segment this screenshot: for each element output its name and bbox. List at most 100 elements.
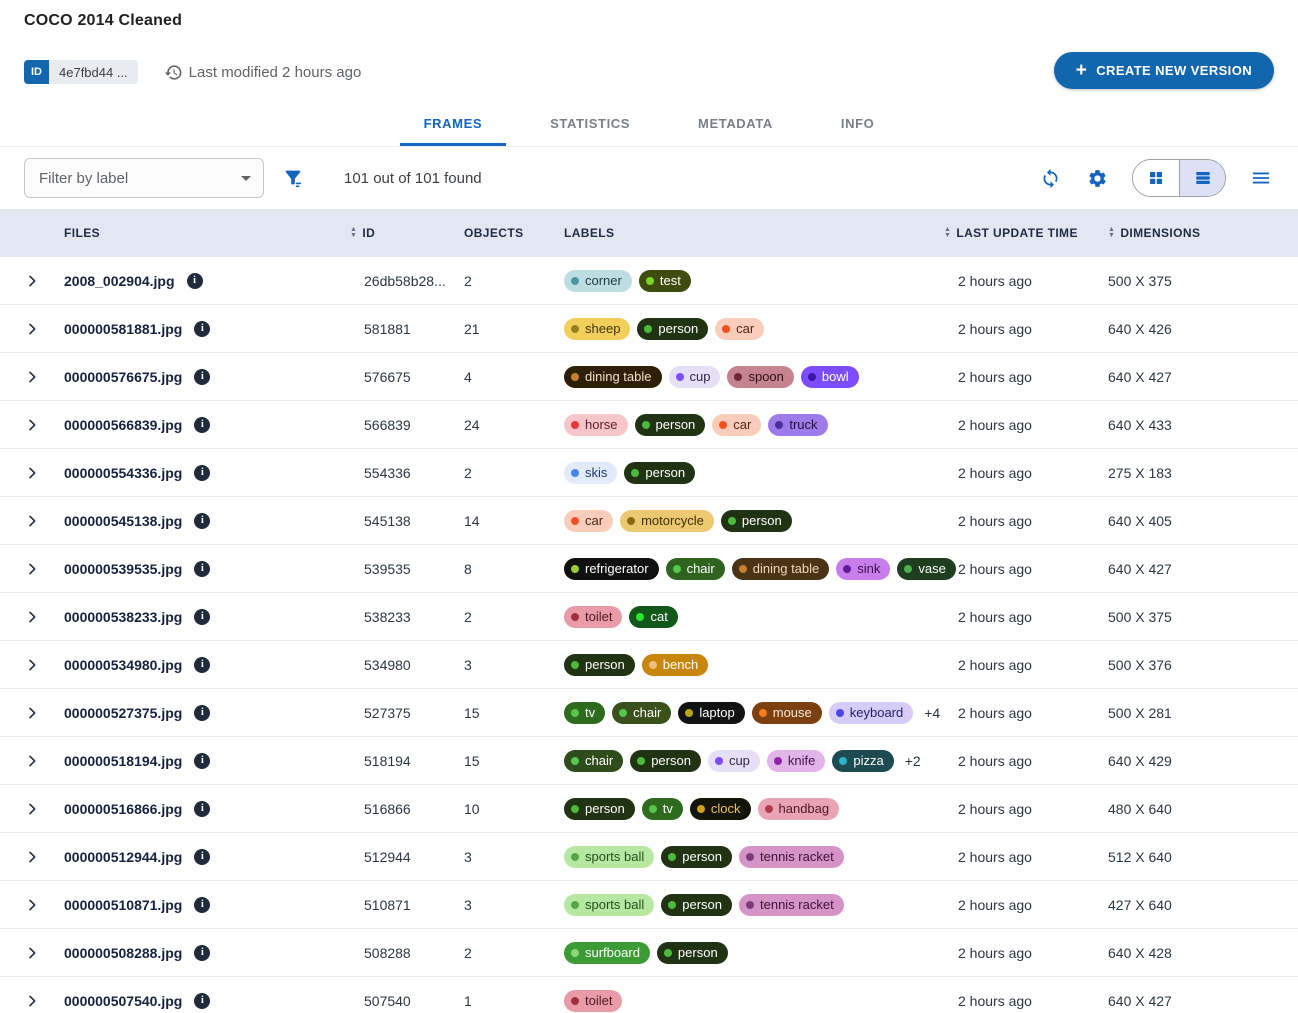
label-chip[interactable]: person — [637, 318, 708, 340]
refresh-icon[interactable] — [1038, 166, 1063, 191]
label-chip[interactable]: toilet — [564, 990, 622, 1012]
file-name[interactable]: 000000516866.jpg — [64, 801, 182, 817]
more-labels-count[interactable]: +4 — [924, 705, 940, 721]
list-view-icon[interactable] — [1179, 160, 1225, 196]
expand-row-button[interactable] — [20, 797, 44, 821]
file-name[interactable]: 000000518194.jpg — [64, 753, 182, 769]
grid-view-icon[interactable] — [1133, 160, 1179, 196]
expand-row-button[interactable] — [20, 365, 44, 389]
label-chip[interactable]: knife — [767, 750, 825, 772]
file-name[interactable]: 000000539535.jpg — [64, 561, 182, 577]
label-chip[interactable]: cup — [708, 750, 760, 772]
sort-icon[interactable]: ▲▼ — [944, 227, 951, 239]
info-icon[interactable]: i — [194, 465, 210, 481]
expand-row-button[interactable] — [20, 557, 44, 581]
label-chip[interactable]: person — [624, 462, 695, 484]
label-chip[interactable]: dining table — [564, 366, 662, 388]
label-chip[interactable]: sheep — [564, 318, 630, 340]
expand-row-button[interactable] — [20, 749, 44, 773]
file-name[interactable]: 000000576675.jpg — [64, 369, 182, 385]
label-chip[interactable]: spoon — [727, 366, 793, 388]
label-chip[interactable]: motorcycle — [620, 510, 714, 532]
label-chip[interactable]: refrigerator — [564, 558, 659, 580]
label-chip[interactable]: keyboard — [829, 702, 913, 724]
label-chip[interactable]: person — [657, 942, 728, 964]
info-icon[interactable]: i — [194, 321, 210, 337]
file-name[interactable]: 000000581881.jpg — [64, 321, 182, 337]
label-chip[interactable]: chair — [564, 750, 623, 772]
label-chip[interactable]: car — [712, 414, 761, 436]
info-icon[interactable]: i — [194, 561, 210, 577]
dataset-id-badge[interactable]: ID 4e7fbd44 ... — [24, 60, 138, 84]
file-name[interactable]: 000000512944.jpg — [64, 849, 182, 865]
label-chip[interactable]: mouse — [752, 702, 822, 724]
file-name[interactable]: 000000554336.jpg — [64, 465, 182, 481]
label-chip[interactable]: corner — [564, 270, 632, 292]
label-chip[interactable]: pizza — [832, 750, 893, 772]
label-chip[interactable]: car — [564, 510, 613, 532]
file-name[interactable]: 000000534980.jpg — [64, 657, 182, 673]
info-icon[interactable]: i — [194, 753, 210, 769]
label-chip[interactable]: person — [564, 798, 635, 820]
file-name[interactable]: 000000527375.jpg — [64, 705, 182, 721]
label-chip[interactable]: bowl — [801, 366, 859, 388]
label-chip[interactable]: person — [635, 414, 706, 436]
expand-row-button[interactable] — [20, 461, 44, 485]
info-icon[interactable]: i — [187, 273, 203, 289]
info-icon[interactable]: i — [194, 897, 210, 913]
label-chip[interactable]: laptop — [678, 702, 744, 724]
label-chip[interactable]: truck — [768, 414, 827, 436]
info-icon[interactable]: i — [194, 705, 210, 721]
label-chip[interactable]: test — [639, 270, 691, 292]
info-icon[interactable]: i — [194, 513, 210, 529]
file-name[interactable]: 000000507540.jpg — [64, 993, 182, 1009]
label-chip[interactable]: bench — [642, 654, 708, 676]
expand-row-button[interactable] — [20, 269, 44, 293]
file-name[interactable]: 000000510871.jpg — [64, 897, 182, 913]
create-new-version-button[interactable]: + CREATE NEW VERSION — [1054, 52, 1274, 89]
expand-row-button[interactable] — [20, 317, 44, 341]
expand-row-button[interactable] — [20, 893, 44, 917]
label-chip[interactable]: chair — [666, 558, 725, 580]
info-icon[interactable]: i — [194, 417, 210, 433]
sort-icon[interactable]: ▲▼ — [1108, 227, 1115, 239]
info-icon[interactable]: i — [194, 369, 210, 385]
expand-row-button[interactable] — [20, 605, 44, 629]
more-labels-count[interactable]: +2 — [905, 753, 921, 769]
filter-funnel-icon[interactable] — [282, 167, 304, 189]
tab-metadata[interactable]: METADATA — [674, 102, 797, 146]
label-chip[interactable]: toilet — [564, 606, 622, 628]
info-icon[interactable]: i — [194, 849, 210, 865]
menu-icon[interactable] — [1248, 165, 1274, 191]
expand-row-button[interactable] — [20, 701, 44, 725]
label-chip[interactable]: vase — [897, 558, 955, 580]
file-name[interactable]: 000000508288.jpg — [64, 945, 182, 961]
label-chip[interactable]: horse — [564, 414, 628, 436]
label-chip[interactable]: tennis racket — [739, 894, 844, 916]
info-icon[interactable]: i — [194, 657, 210, 673]
expand-row-button[interactable] — [20, 941, 44, 965]
label-chip[interactable]: sports ball — [564, 894, 654, 916]
label-chip[interactable]: tv — [564, 702, 605, 724]
expand-row-button[interactable] — [20, 413, 44, 437]
file-name[interactable]: 2008_002904.jpg — [64, 273, 175, 289]
label-chip[interactable]: handbag — [758, 798, 840, 820]
settings-gear-icon[interactable] — [1085, 166, 1110, 191]
label-chip[interactable]: tv — [642, 798, 683, 820]
label-chip[interactable]: cat — [629, 606, 677, 628]
label-chip[interactable]: person — [721, 510, 792, 532]
label-chip[interactable]: surfboard — [564, 942, 650, 964]
sort-icon[interactable]: ▲▼ — [350, 227, 357, 239]
expand-row-button[interactable] — [20, 989, 44, 1013]
tab-statistics[interactable]: STATISTICS — [526, 102, 654, 146]
file-name[interactable]: 000000538233.jpg — [64, 609, 182, 625]
label-chip[interactable]: sports ball — [564, 846, 654, 868]
info-icon[interactable]: i — [194, 945, 210, 961]
label-chip[interactable]: person — [661, 846, 732, 868]
label-chip[interactable]: person — [564, 654, 635, 676]
expand-row-button[interactable] — [20, 653, 44, 677]
expand-row-button[interactable] — [20, 509, 44, 533]
info-icon[interactable]: i — [194, 993, 210, 1009]
label-chip[interactable]: person — [661, 894, 732, 916]
label-chip[interactable]: clock — [690, 798, 751, 820]
